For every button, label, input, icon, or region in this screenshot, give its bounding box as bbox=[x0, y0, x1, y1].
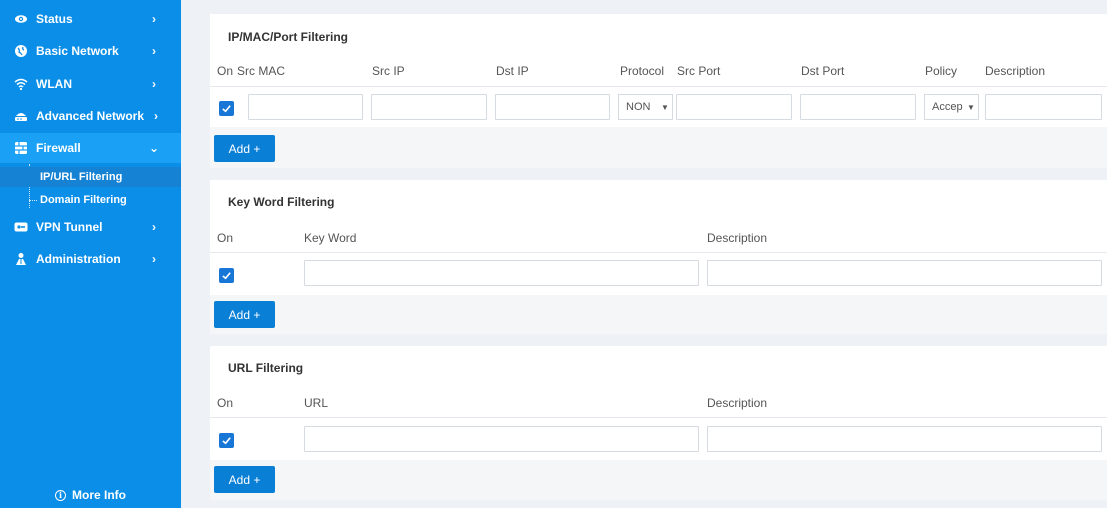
chevron-right-icon: › bbox=[152, 12, 156, 26]
panel-footer: Add + bbox=[210, 460, 1107, 500]
protocol-select-value: NON bbox=[626, 101, 651, 113]
chevron-right-icon: › bbox=[152, 220, 156, 234]
column-header-src-port: Src Port bbox=[677, 64, 721, 78]
src-ip-input[interactable] bbox=[371, 94, 487, 120]
policy-select[interactable]: Accep ▼ bbox=[924, 94, 979, 120]
column-header-protocol: Protocol bbox=[620, 64, 665, 78]
enable-checkbox[interactable] bbox=[219, 433, 234, 448]
sidebar-item-administration[interactable]: Administration › bbox=[0, 244, 181, 274]
keyword-input[interactable] bbox=[304, 260, 699, 286]
eye-icon bbox=[14, 12, 28, 26]
sidebar-subitem-label: Domain Filtering bbox=[40, 194, 127, 206]
sidebar-item-firewall[interactable]: Firewall ⌄ bbox=[0, 133, 181, 163]
info-icon: i bbox=[55, 489, 66, 501]
check-icon bbox=[222, 272, 231, 280]
ip-mac-port-filtering-panel: IP/MAC/Port Filtering On Src MAC Src IP … bbox=[210, 14, 1107, 168]
firewall-icon bbox=[14, 141, 28, 155]
sidebar-item-basic-network[interactable]: Basic Network › bbox=[0, 36, 181, 66]
src-mac-input[interactable] bbox=[248, 94, 363, 120]
more-info-link[interactable]: i More Info bbox=[0, 482, 181, 508]
sidebar-item-label: Firewall bbox=[36, 141, 81, 155]
sidebar-item-label: VPN Tunnel bbox=[36, 220, 103, 234]
column-header-src-mac: Src MAC bbox=[237, 64, 285, 78]
add-button[interactable]: Add + bbox=[214, 301, 275, 328]
column-header-description: Description bbox=[707, 231, 768, 245]
column-header-policy: Policy bbox=[925, 64, 958, 78]
chevron-down-icon: ⌄ bbox=[149, 141, 160, 155]
column-header-on: On bbox=[217, 396, 234, 410]
enable-checkbox[interactable] bbox=[219, 101, 234, 116]
table-row bbox=[210, 418, 1107, 460]
column-header-description: Description bbox=[985, 64, 1046, 78]
more-info-label: More Info bbox=[72, 488, 126, 502]
column-header-description: Description bbox=[707, 396, 768, 410]
panel-title: Key Word Filtering bbox=[228, 195, 335, 209]
src-port-input[interactable] bbox=[676, 94, 792, 120]
url-input[interactable] bbox=[304, 426, 699, 452]
column-header-keyword: Key Word bbox=[304, 231, 357, 245]
sidebar-subitem-label: IP/URL Filtering bbox=[40, 171, 123, 183]
keyword-filtering-panel: Key Word Filtering On Key Word Descripti… bbox=[210, 180, 1107, 334]
chevron-right-icon: › bbox=[152, 77, 156, 91]
dropdown-arrow-icon: ▼ bbox=[661, 102, 669, 112]
description-input[interactable] bbox=[985, 94, 1102, 120]
chevron-right-icon: › bbox=[154, 109, 158, 123]
add-button[interactable]: Add + bbox=[214, 466, 275, 493]
check-icon bbox=[222, 437, 231, 445]
enable-checkbox[interactable] bbox=[219, 268, 234, 283]
globe-icon bbox=[14, 44, 28, 58]
sidebar-item-vpn-tunnel[interactable]: VPN Tunnel › bbox=[0, 212, 181, 242]
router-icon bbox=[14, 109, 28, 123]
sidebar-item-label: Administration bbox=[36, 252, 121, 266]
dst-ip-input[interactable] bbox=[495, 94, 610, 120]
url-filtering-panel: URL Filtering On URL Description Add + bbox=[210, 346, 1107, 500]
description-input[interactable] bbox=[707, 426, 1102, 452]
panel-footer: Add + bbox=[210, 295, 1107, 334]
policy-select-value: Accep bbox=[932, 101, 963, 113]
column-header-url: URL bbox=[304, 396, 329, 410]
sidebar-item-status[interactable]: Status › bbox=[0, 4, 181, 34]
column-header-on: On bbox=[217, 231, 234, 245]
vpn-icon bbox=[14, 220, 28, 234]
panel-title: URL Filtering bbox=[228, 361, 304, 375]
sidebar-item-advanced-network[interactable]: Advanced Network › bbox=[0, 101, 181, 131]
table-row: NON ▼ Accep ▼ bbox=[210, 87, 1107, 127]
description-input[interactable] bbox=[707, 260, 1102, 286]
add-button[interactable]: Add + bbox=[214, 135, 275, 162]
admin-icon bbox=[14, 252, 28, 266]
sidebar-subitem-domain-filtering[interactable]: Domain Filtering bbox=[0, 190, 181, 210]
sidebar: Status › Basic Network › WLAN › Advanced… bbox=[0, 0, 181, 508]
chevron-right-icon: › bbox=[152, 44, 156, 58]
sidebar-item-label: Advanced Network bbox=[36, 109, 145, 123]
wifi-icon bbox=[14, 77, 28, 91]
sidebar-item-wlan[interactable]: WLAN › bbox=[0, 69, 181, 99]
column-header-on: On bbox=[217, 64, 234, 78]
sidebar-item-label: Status bbox=[36, 12, 73, 26]
dropdown-arrow-icon: ▼ bbox=[967, 102, 975, 112]
column-header-src-ip: Src IP bbox=[372, 64, 405, 78]
column-header-dst-port: Dst Port bbox=[801, 64, 845, 78]
sidebar-item-label: Basic Network bbox=[36, 44, 119, 58]
panel-footer: Add + bbox=[210, 127, 1107, 168]
protocol-select[interactable]: NON ▼ bbox=[618, 94, 673, 120]
check-icon bbox=[222, 105, 231, 113]
column-header-dst-ip: Dst IP bbox=[496, 64, 529, 78]
sidebar-subitem-ip-url-filtering[interactable]: IP/URL Filtering bbox=[0, 167, 181, 187]
dst-port-input[interactable] bbox=[800, 94, 916, 120]
sidebar-item-label: WLAN bbox=[36, 77, 72, 91]
chevron-right-icon: › bbox=[152, 252, 156, 266]
table-row bbox=[210, 253, 1107, 295]
panel-title: IP/MAC/Port Filtering bbox=[228, 30, 348, 44]
